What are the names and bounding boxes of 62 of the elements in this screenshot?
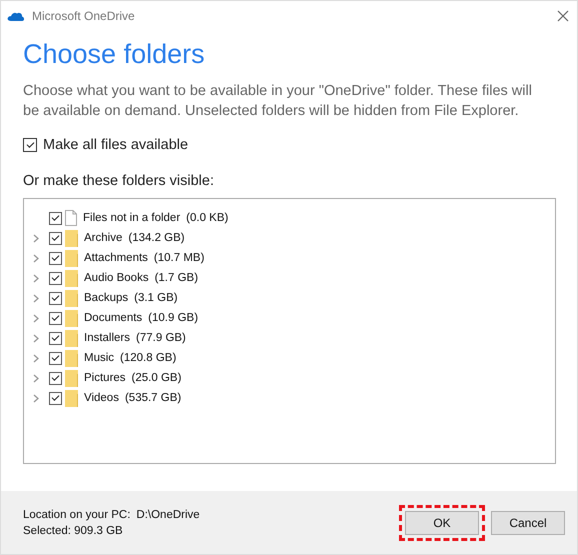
folder-name[interactable]: Documents xyxy=(84,312,142,324)
folder-icon xyxy=(65,290,78,306)
checkbox[interactable] xyxy=(49,292,62,304)
location-path: D:\OneDrive xyxy=(136,508,200,520)
folder-size: (0.0 KB) xyxy=(186,212,228,224)
folder-name[interactable]: Audio Books xyxy=(84,272,149,284)
chevron-icon[interactable] xyxy=(33,374,39,382)
window-title: Microsoft OneDrive xyxy=(32,9,135,23)
folder-icon xyxy=(65,230,78,246)
folder-name[interactable]: Attachments xyxy=(84,252,148,264)
checkbox[interactable] xyxy=(49,392,62,404)
folder-name[interactable]: Installers xyxy=(84,332,130,344)
checkbox-label: Make all files available xyxy=(43,137,188,153)
folder-name[interactable]: Backups xyxy=(84,292,128,304)
chevron-icon[interactable] xyxy=(33,274,39,282)
folder-size: (10.7 MB) xyxy=(154,252,204,264)
folder-icon xyxy=(65,270,78,286)
folder-icon xyxy=(65,370,78,386)
file-icon xyxy=(65,210,77,226)
checkbox[interactable] xyxy=(49,252,62,264)
chevron-icon[interactable] xyxy=(33,354,39,362)
checkbox[interactable] xyxy=(49,352,62,364)
folder-size: (535.7 GB) xyxy=(124,392,182,404)
selected-size: Selected: 909.3 GB xyxy=(23,524,124,538)
folder-name[interactable]: Videos xyxy=(84,392,119,404)
chevron-icon[interactable] xyxy=(33,314,39,322)
folder-name[interactable]: Archive xyxy=(84,232,122,244)
folder-icon xyxy=(65,390,78,406)
folder-size: (25.0 GB) xyxy=(132,372,182,384)
folders-label: Or make these folders visible: xyxy=(23,173,215,189)
checkbox[interactable] xyxy=(49,332,62,344)
folder-size: (1.7 GB) xyxy=(154,272,198,284)
checkbox[interactable] xyxy=(49,232,62,244)
folder-name[interactable]: Files not in a folder xyxy=(83,212,180,224)
folder-size: (10.9 GB) xyxy=(148,312,198,324)
checkbox[interactable] xyxy=(23,138,37,152)
checkbox[interactable] xyxy=(49,212,62,224)
folder-icon xyxy=(65,310,78,326)
chevron-icon[interactable] xyxy=(33,394,39,402)
chevron-icon[interactable] xyxy=(33,294,39,302)
folder-size: (3.1 GB) xyxy=(134,292,178,304)
folder-name[interactable]: Music xyxy=(84,352,114,364)
cloud-icon xyxy=(7,10,25,22)
dialog-button[interactable]: Cancel xyxy=(491,510,565,534)
dialog-button[interactable]: OK xyxy=(405,510,479,534)
folder-size: (134.2 GB) xyxy=(128,232,185,244)
folder-size: (77.9 GB) xyxy=(136,332,186,344)
chevron-icon[interactable] xyxy=(33,334,39,342)
dialog-heading: Choose folders xyxy=(23,38,206,71)
folder-size: (120.8 GB) xyxy=(120,352,176,364)
close-icon[interactable] xyxy=(557,10,569,22)
folder-icon xyxy=(65,250,78,266)
checkbox[interactable] xyxy=(49,312,62,324)
checkbox[interactable] xyxy=(49,272,62,284)
description-text: Choose what you want to be available in your "OneDrive" folder. These files will be available on demand. Unselected folders will be hidden from File Explorer. xyxy=(23,82,533,121)
checkbox[interactable] xyxy=(49,372,62,384)
folder-icon xyxy=(65,330,78,346)
folder-icon xyxy=(65,350,78,366)
folder-name[interactable]: Pictures xyxy=(84,372,126,384)
chevron-icon[interactable] xyxy=(33,234,39,242)
chevron-icon[interactable] xyxy=(33,254,39,262)
location-label: Location on your PC: xyxy=(23,508,130,520)
